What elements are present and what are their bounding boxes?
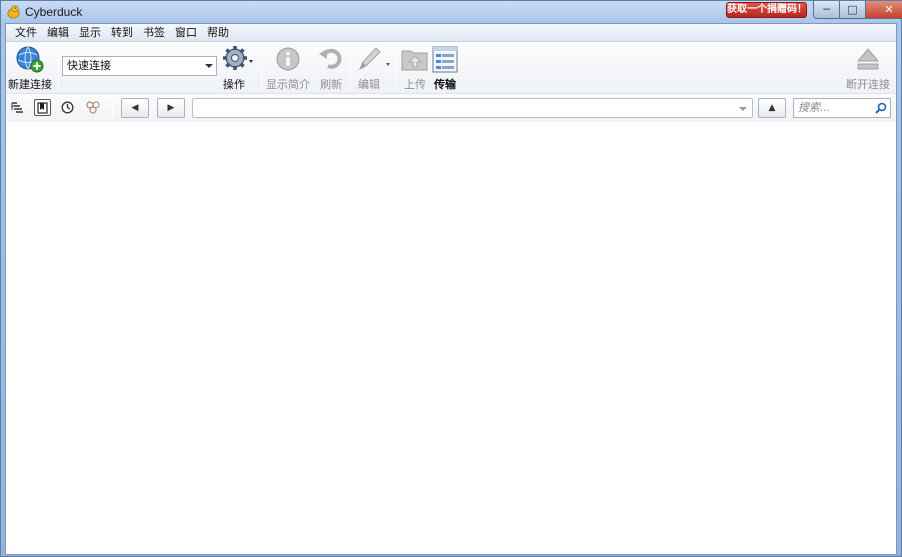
new-connection-label: 新建连接 [8, 78, 52, 91]
quick-connect-dropdown[interactable]: 快速连接 [62, 56, 217, 76]
menu-window[interactable]: 窗口 [170, 25, 202, 41]
transfers-list-icon [432, 46, 458, 73]
menu-bookmarks[interactable]: 书签 [138, 25, 170, 41]
forward-button[interactable]: ▶ [157, 98, 185, 118]
cyberduck-app-icon [7, 5, 21, 19]
refresh-button[interactable]: 刷新 [316, 44, 346, 92]
transfers-button[interactable]: 传输 [430, 44, 460, 92]
search-placeholder: 搜索... [798, 101, 831, 114]
info-button[interactable]: 显示简介 [266, 44, 310, 92]
donate-button[interactable]: 获取一个捐赠码！ [726, 2, 807, 18]
edit-button[interactable]: 编辑 [354, 44, 394, 92]
action-button[interactable]: 操作 [220, 44, 254, 92]
upload-folder-icon [401, 50, 428, 71]
search-field[interactable]: 搜索... [793, 98, 891, 118]
bookmarks-view-icon[interactable] [34, 99, 51, 116]
browser-content-area[interactable] [6, 122, 896, 554]
upload-label: 上传 [404, 78, 426, 91]
refresh-label: 刷新 [320, 78, 342, 91]
gear-icon [223, 46, 253, 70]
toolbar-separator [350, 46, 351, 90]
app-window: Cyberduck 获取一个捐赠码！ ─ □ ✕ 文件 编辑 显示 转到 书签 … [0, 0, 902, 557]
outline-view-icon[interactable] [9, 99, 26, 116]
path-dropdown[interactable] [192, 98, 753, 118]
transfers-label: 传输 [434, 78, 456, 91]
new-connection-button[interactable]: 新建连接 [8, 44, 52, 92]
window-controls: ─ □ ✕ [813, 1, 902, 19]
menu-file[interactable]: 文件 [10, 25, 42, 41]
main-toolbar: 新建连接 快速连接 操作 显示简介 刷新 编辑 上传 传输 断开连接 [6, 42, 896, 94]
chevron-down-icon [739, 107, 747, 111]
toolbar-separator [395, 46, 396, 90]
edit-label: 编辑 [358, 78, 380, 91]
minimize-button[interactable]: ─ [813, 1, 840, 19]
search-icon[interactable] [875, 102, 887, 114]
menu-bar: 文件 编辑 显示 转到 书签 窗口 帮助 [6, 24, 896, 42]
upload-button[interactable]: 上传 [400, 44, 430, 92]
parent-directory-button[interactable]: ▲ [758, 98, 786, 118]
close-button[interactable]: ✕ [866, 1, 902, 19]
history-clock-icon[interactable] [59, 99, 76, 116]
window-title: Cyberduck [25, 5, 83, 19]
back-button[interactable]: ◀ [121, 98, 149, 118]
toolbar-separator [58, 46, 59, 90]
info-label: 显示简介 [266, 78, 310, 91]
menu-go[interactable]: 转到 [106, 25, 138, 41]
pencil-icon [359, 47, 390, 71]
chevron-down-icon [205, 64, 213, 68]
menu-edit[interactable]: 编辑 [42, 25, 74, 41]
navigation-bar: ◀ ▶ ▲ 搜索... [6, 94, 896, 122]
disconnect-button[interactable]: 断开连接 [846, 44, 890, 92]
client-area: 文件 编辑 显示 转到 书签 窗口 帮助 新建连接 快速连接 操作 显示简介 刷… [5, 23, 897, 555]
eject-icon [856, 48, 880, 70]
globe-add-icon [16, 46, 44, 73]
title-bar[interactable]: Cyberduck 获取一个捐赠码！ ─ □ ✕ [1, 1, 902, 23]
refresh-icon [319, 48, 342, 69]
maximize-button[interactable]: □ [840, 1, 866, 19]
action-label: 操作 [223, 78, 245, 91]
nav-separator [112, 98, 113, 118]
info-icon [276, 47, 300, 71]
disconnect-label: 断开连接 [846, 78, 890, 91]
toolbar-separator [261, 46, 262, 90]
menu-help[interactable]: 帮助 [202, 25, 234, 41]
quick-connect-value: 快速连接 [67, 59, 111, 72]
bonjour-icon[interactable] [84, 99, 101, 116]
menu-view[interactable]: 显示 [74, 25, 106, 41]
